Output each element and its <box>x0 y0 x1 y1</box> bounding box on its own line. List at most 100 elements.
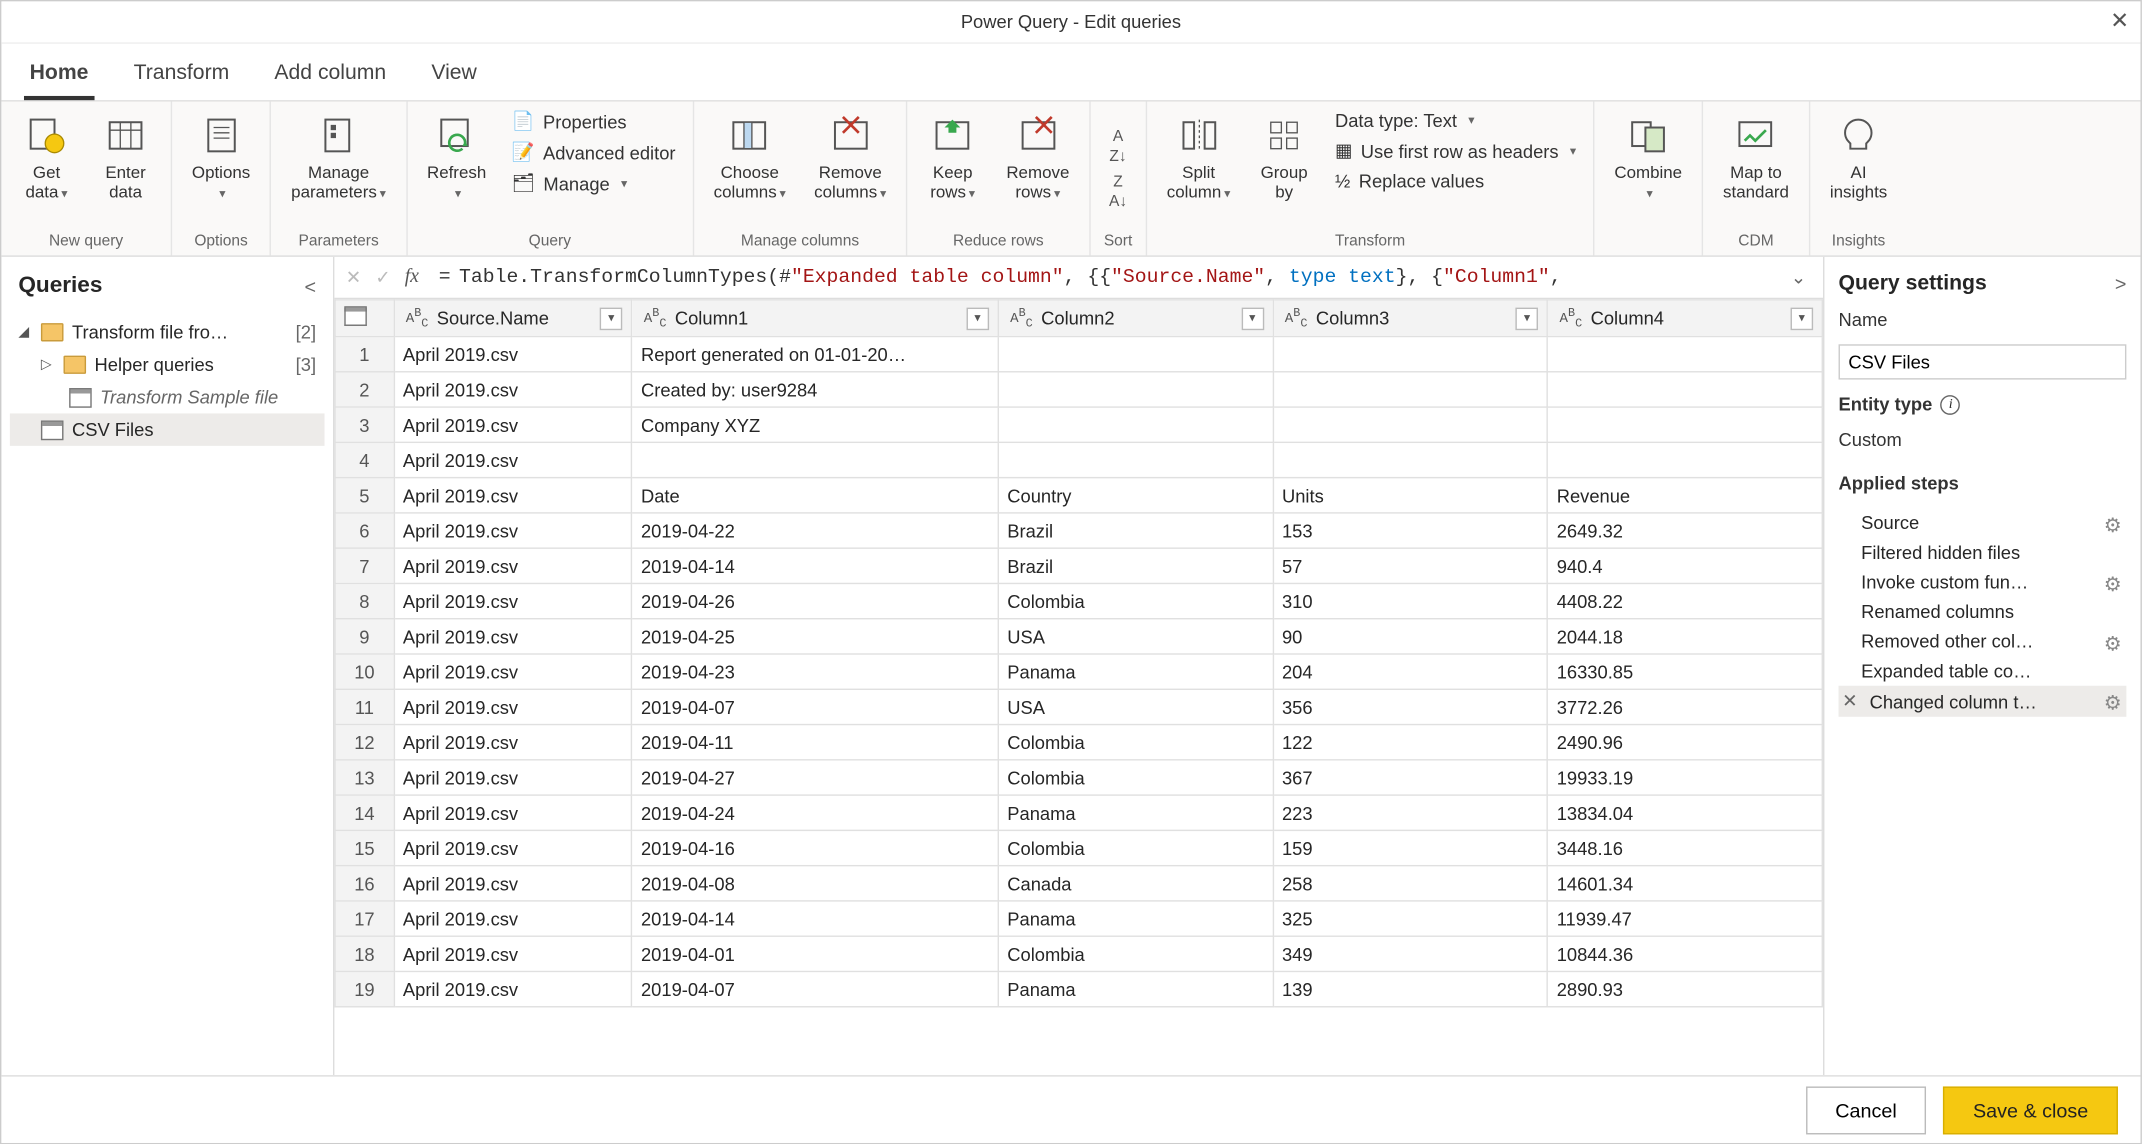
collapse-settings-icon[interactable]: > <box>2115 272 2127 295</box>
gear-icon[interactable]: ⚙ <box>2104 691 2124 711</box>
table-cell[interactable]: April 2019.csv <box>394 337 632 372</box>
get-data-button[interactable]: Get data▾ <box>13 107 81 208</box>
table-row[interactable]: 2April 2019.csvCreated by: user9284 <box>335 372 1822 407</box>
table-cell[interactable]: 2019-04-24 <box>632 796 998 831</box>
row-number[interactable]: 19 <box>335 972 394 1007</box>
row-number[interactable]: 17 <box>335 901 394 936</box>
table-cell[interactable] <box>1273 408 1548 443</box>
table-cell[interactable] <box>998 443 1273 478</box>
table-cell[interactable]: 153 <box>1273 513 1548 548</box>
table-cell[interactable] <box>1273 372 1548 407</box>
table-cell[interactable]: 2649.32 <box>1548 513 1823 548</box>
table-cell[interactable]: Colombia <box>998 584 1273 619</box>
table-cell[interactable] <box>998 372 1273 407</box>
table-cell[interactable]: 122 <box>1273 725 1548 760</box>
table-cell[interactable] <box>1548 408 1823 443</box>
table-cell[interactable]: 2019-04-07 <box>632 972 998 1007</box>
table-cell[interactable] <box>998 337 1273 372</box>
cancel-button[interactable]: Cancel <box>1806 1086 1927 1134</box>
table-cell[interactable]: 2890.93 <box>1548 972 1823 1007</box>
table-row[interactable]: 4April 2019.csv <box>335 443 1822 478</box>
manage-button[interactable]: 🗂Manage▾ <box>506 169 681 197</box>
table-row[interactable]: 11April 2019.csv2019-04-07USA3563772.26 <box>335 690 1822 725</box>
column-filter-icon[interactable]: ▾ <box>966 307 989 330</box>
table-row[interactable]: 14April 2019.csv2019-04-24Panama22313834… <box>335 796 1822 831</box>
choose-columns-button[interactable]: Choose columns▾ <box>705 107 794 208</box>
table-cell[interactable]: Panama <box>998 796 1273 831</box>
table-cell[interactable]: Colombia <box>998 937 1273 972</box>
table-cell[interactable]: 2019-04-08 <box>632 866 998 901</box>
tab-add-column[interactable]: Add column <box>269 52 392 100</box>
gear-icon[interactable]: ⚙ <box>2104 513 2124 533</box>
table-cell[interactable]: April 2019.csv <box>394 760 632 795</box>
table-cell[interactable]: Panama <box>998 972 1273 1007</box>
row-number[interactable]: 12 <box>335 725 394 760</box>
table-cell[interactable]: 2019-04-16 <box>632 831 998 866</box>
tab-home[interactable]: Home <box>24 52 94 100</box>
table-cell[interactable] <box>1273 443 1548 478</box>
table-cell[interactable]: 356 <box>1273 690 1548 725</box>
table-row[interactable]: 16April 2019.csv2019-04-08Canada25814601… <box>335 866 1822 901</box>
column-filter-icon[interactable]: ▾ <box>600 307 623 330</box>
table-row[interactable]: 15April 2019.csv2019-04-16Colombia159344… <box>335 831 1822 866</box>
row-number[interactable]: 10 <box>335 654 394 689</box>
table-cell[interactable]: 2019-04-14 <box>632 901 998 936</box>
table-cell[interactable]: Canada <box>998 866 1273 901</box>
applied-step[interactable]: ✕Changed column t…⚙ <box>1839 686 2127 717</box>
save-close-button[interactable]: Save & close <box>1943 1086 2118 1134</box>
data-grid[interactable]: ABCSource.Name▾ABCColumn1▾ABCColumn2▾ ABC… <box>334 299 1823 1008</box>
table-row[interactable]: 9April 2019.csv2019-04-25USA902044.18 <box>335 619 1822 654</box>
table-cell[interactable]: April 2019.csv <box>394 690 632 725</box>
table-cell[interactable]: 258 <box>1273 866 1548 901</box>
table-cell[interactable]: 57 <box>1273 549 1548 584</box>
row-number[interactable]: 6 <box>335 513 394 548</box>
column-header[interactable]: ABCSource.Name▾ <box>394 300 632 337</box>
table-cell[interactable]: 2044.18 <box>1548 619 1823 654</box>
table-cell[interactable]: April 2019.csv <box>394 443 632 478</box>
column-header[interactable]: ABCColumn2▾ <box>998 300 1273 337</box>
table-cell[interactable]: 139 <box>1273 972 1548 1007</box>
table-cell[interactable]: 367 <box>1273 760 1548 795</box>
applied-step[interactable]: Renamed columns <box>1839 597 2127 627</box>
cancel-formula-icon[interactable]: ✕ <box>346 266 361 289</box>
table-cell[interactable] <box>1548 443 1823 478</box>
table-cell[interactable]: April 2019.csv <box>394 372 632 407</box>
table-row[interactable]: 12April 2019.csv2019-04-11Colombia122249… <box>335 725 1822 760</box>
table-cell[interactable]: 349 <box>1273 937 1548 972</box>
table-cell[interactable]: 2019-04-23 <box>632 654 998 689</box>
table-row[interactable]: 17April 2019.csv2019-04-14Panama32511939… <box>335 901 1822 936</box>
table-cell[interactable]: 16330.85 <box>1548 654 1823 689</box>
table-cell[interactable]: 3772.26 <box>1548 690 1823 725</box>
table-cell[interactable]: Revenue <box>1548 478 1823 513</box>
query-tree-item[interactable]: ▷Helper queries[3] <box>10 349 325 381</box>
formula-dropdown-icon[interactable]: ⌄ <box>1785 266 1812 289</box>
table-cell[interactable] <box>1548 337 1823 372</box>
column-header[interactable]: ABCColumn1▾ <box>632 300 998 337</box>
table-cell[interactable]: April 2019.csv <box>394 901 632 936</box>
applied-step[interactable]: Expanded table co… <box>1839 656 2127 686</box>
table-cell[interactable]: April 2019.csv <box>394 408 632 443</box>
table-cell[interactable]: Report generated on 01-01-20… <box>632 337 998 372</box>
table-cell[interactable]: April 2019.csv <box>394 549 632 584</box>
applied-step[interactable]: Removed other col…⚙ <box>1839 626 2127 656</box>
table-cell[interactable]: USA <box>998 690 1273 725</box>
table-row[interactable]: 6April 2019.csv2019-04-22Brazil1532649.3… <box>335 513 1822 548</box>
column-filter-icon[interactable]: ▾ <box>1516 307 1539 330</box>
row-number[interactable]: 7 <box>335 549 394 584</box>
table-cell[interactable] <box>1548 372 1823 407</box>
table-cell[interactable]: Country <box>998 478 1273 513</box>
applied-step[interactable]: Invoke custom fun…⚙ <box>1839 567 2127 597</box>
table-cell[interactable]: April 2019.csv <box>394 619 632 654</box>
gear-icon[interactable]: ⚙ <box>2104 572 2124 592</box>
table-row[interactable]: 3April 2019.csvCompany XYZ <box>335 408 1822 443</box>
table-cell[interactable]: 310 <box>1273 584 1548 619</box>
row-number[interactable]: 5 <box>335 478 394 513</box>
table-row[interactable]: 8April 2019.csv2019-04-26Colombia3104408… <box>335 584 1822 619</box>
table-cell[interactable]: 940.4 <box>1548 549 1823 584</box>
table-cell[interactable]: 2019-04-14 <box>632 549 998 584</box>
query-tree-item[interactable]: ◢Transform file fro…[2] <box>10 316 325 348</box>
table-row[interactable]: 13April 2019.csv2019-04-27Colombia367199… <box>335 760 1822 795</box>
applied-step[interactable]: Source⚙ <box>1839 508 2127 538</box>
table-cell[interactable]: 2019-04-26 <box>632 584 998 619</box>
column-header[interactable]: ABCColumn4▾ <box>1548 300 1823 337</box>
